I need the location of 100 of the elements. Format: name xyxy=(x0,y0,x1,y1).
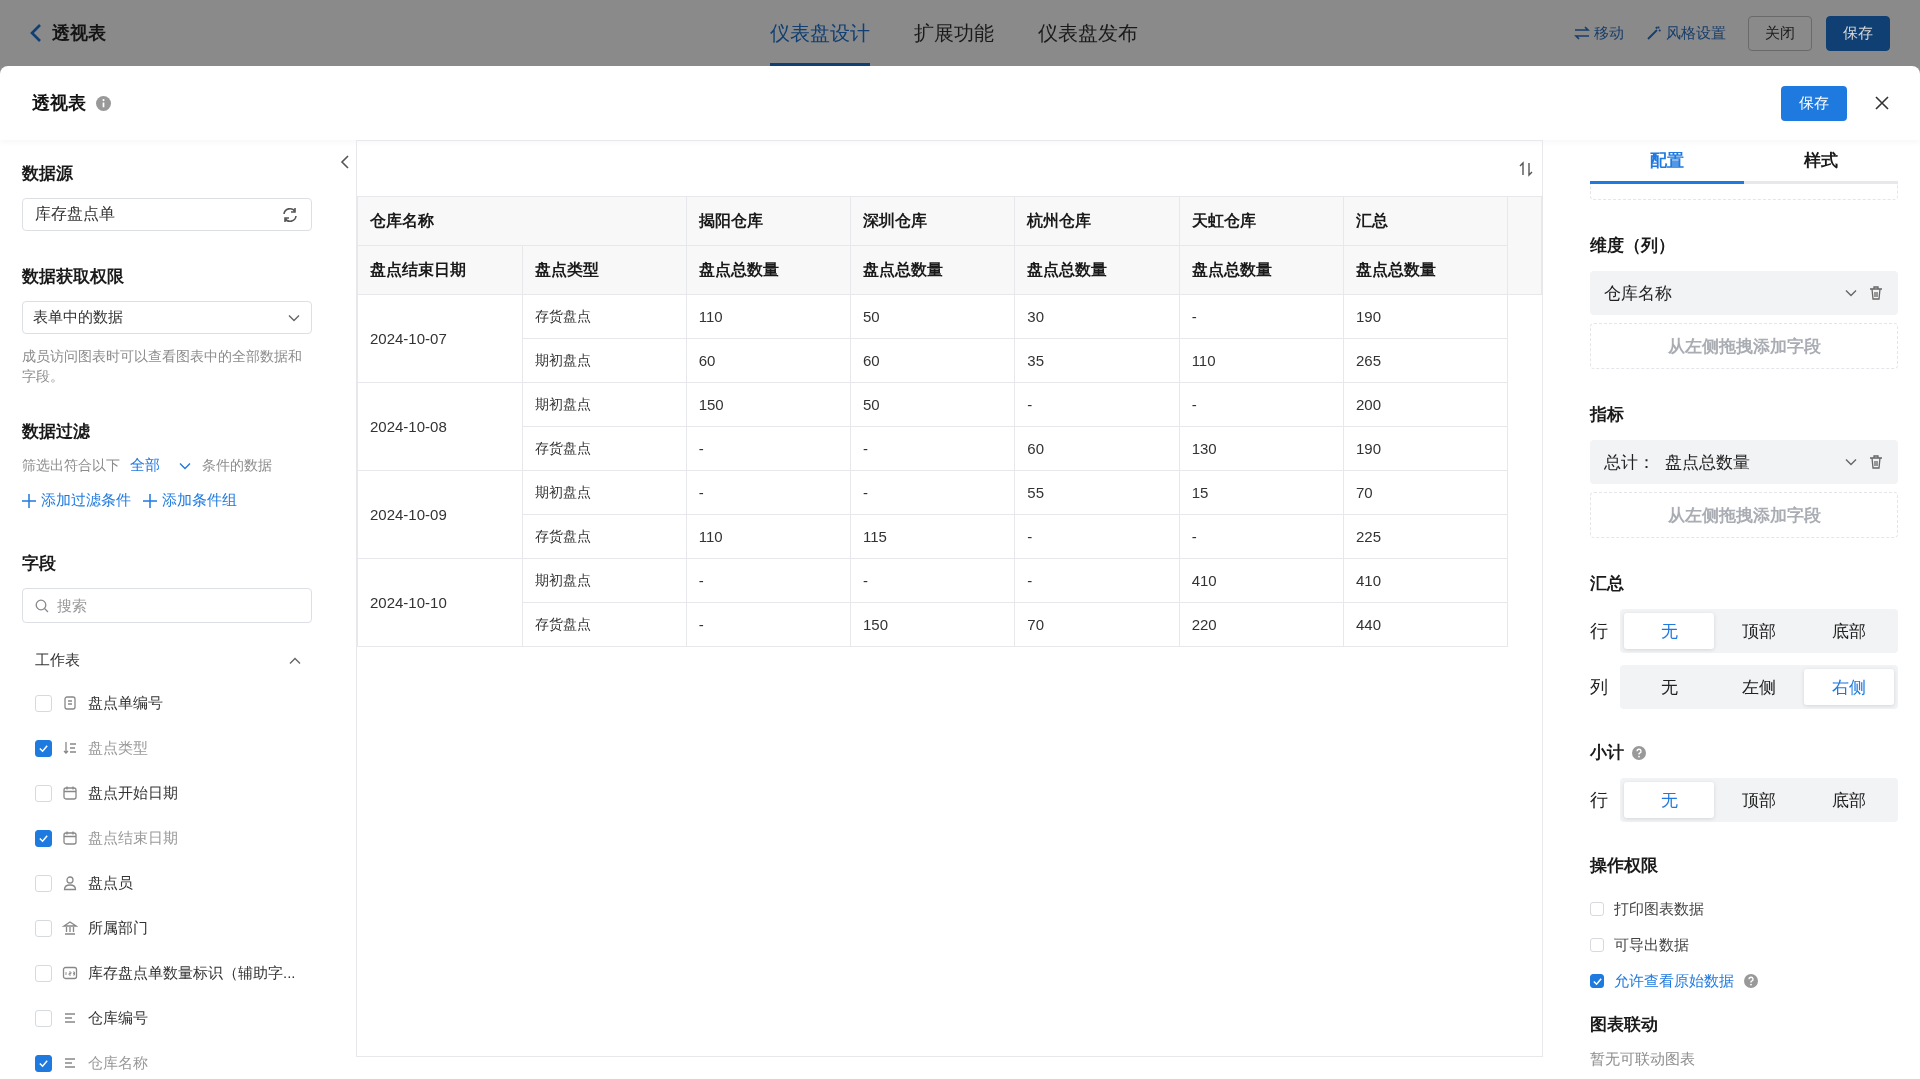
table-cell: - xyxy=(850,426,1015,471)
column-header: 盘点总数量 xyxy=(1343,245,1508,295)
metric-select[interactable]: 总计： 盘点总数量 xyxy=(1590,440,1898,484)
table-cell: - xyxy=(850,558,1015,603)
column-header: 仓库名称 xyxy=(357,196,687,246)
section-title: 操作权限 xyxy=(1590,855,1659,877)
building-icon xyxy=(62,920,78,936)
column-header: 盘点结束日期 xyxy=(357,245,522,295)
check-icon xyxy=(38,832,49,844)
table-cell: 60 xyxy=(1014,426,1180,471)
collapse-icon[interactable] xyxy=(340,154,350,170)
segment-option[interactable]: 无 xyxy=(1624,669,1714,705)
top-tab[interactable]: 仪表盘发布 xyxy=(1038,0,1138,66)
field-item[interactable]: 盘点开始日期 xyxy=(88,783,178,803)
config-tab[interactable]: 配置 xyxy=(1590,140,1744,184)
table-cell: 410 xyxy=(1343,558,1508,603)
table-cell: 410 xyxy=(1179,558,1344,603)
permission-option[interactable]: 可导出数据 xyxy=(1614,935,1689,955)
table-cell: 440 xyxy=(1343,602,1508,647)
plus-icon xyxy=(22,493,36,508)
check-icon xyxy=(38,1057,49,1069)
calendar-icon xyxy=(62,830,78,846)
search-icon xyxy=(35,598,49,613)
info-icon xyxy=(96,95,111,111)
swap-vertical-icon[interactable] xyxy=(1518,161,1534,177)
calendar-icon xyxy=(62,785,78,801)
filter-mode-select[interactable]: 全部 xyxy=(130,456,160,475)
save-button[interactable]: 保存 xyxy=(1826,15,1890,51)
permission-option[interactable]: 打印图表数据 xyxy=(1614,899,1704,919)
field-item[interactable]: 所属部门 xyxy=(88,918,148,938)
checkbox[interactable] xyxy=(1590,974,1604,988)
table-cell: 50 xyxy=(850,294,1015,339)
table-cell: 存货盘点 xyxy=(522,294,687,339)
table-cell: - xyxy=(1179,382,1344,427)
field-item[interactable]: 盘点员 xyxy=(88,873,133,893)
segment-option[interactable]: 无 xyxy=(1624,782,1714,818)
table-cell: 115 xyxy=(850,514,1015,559)
linkage-note: 暂无可联动图表 xyxy=(1590,1050,1696,1069)
help-icon xyxy=(1632,745,1646,760)
table-cell: 30 xyxy=(1014,294,1180,339)
table-cell: 存货盘点 xyxy=(522,514,687,559)
swap-icon[interactable] xyxy=(1574,26,1590,40)
save-button[interactable]: 保存 xyxy=(1781,85,1847,121)
table-cell: 期初盘点 xyxy=(522,338,687,383)
section-title: 数据过滤 xyxy=(22,421,91,443)
section-title: 数据获取权限 xyxy=(22,266,125,288)
add-condition-link[interactable]: 添加过滤条件 xyxy=(22,491,131,510)
add-group-link[interactable]: 添加条件组 xyxy=(143,491,237,510)
column-header: 盘点总数量 xyxy=(850,245,1015,295)
section-title: 数据源 xyxy=(22,163,74,185)
table-cell: 130 xyxy=(1179,426,1344,471)
table-cell: 存货盘点 xyxy=(522,426,687,471)
trash-icon[interactable] xyxy=(1868,454,1884,470)
close-icon[interactable] xyxy=(1874,95,1890,111)
table-cell: - xyxy=(1014,558,1180,603)
table-cell: 190 xyxy=(1343,294,1508,339)
column-header: 揭阳仓库 xyxy=(686,196,851,246)
segment-option[interactable]: 顶部 xyxy=(1714,782,1804,818)
checkbox[interactable] xyxy=(35,1054,52,1072)
permission-option[interactable]: 允许查看原始数据 xyxy=(1614,971,1734,991)
table-cell: 存货盘点 xyxy=(522,602,687,647)
table-cell: 60 xyxy=(850,338,1015,383)
section-title: 维度（列） xyxy=(1590,235,1676,257)
back-icon[interactable] xyxy=(30,23,42,43)
refresh-icon[interactable] xyxy=(281,205,299,224)
trash-icon[interactable] xyxy=(1868,285,1884,301)
table-cell: 200 xyxy=(1343,382,1508,427)
modal-title: 透视表 xyxy=(32,92,86,115)
config-tab[interactable]: 样式 xyxy=(1744,140,1898,184)
permission-hint: 成员访问图表时可以查看图表中的全部数据和字段。 xyxy=(22,347,303,386)
table-cell: 190 xyxy=(1343,426,1508,471)
search-field[interactable]: 搜索 xyxy=(22,587,312,623)
table-cell: 35 xyxy=(1014,338,1180,383)
checkbox[interactable] xyxy=(35,829,52,847)
segment-option[interactable]: 无 xyxy=(1624,613,1714,649)
table-cell: 150 xyxy=(850,602,1015,647)
field-item[interactable]: 盘点单编号 xyxy=(88,693,163,713)
data-source-field[interactable]: 库存盘点单 xyxy=(22,198,312,231)
permission-select[interactable]: 表单中的数据 xyxy=(22,301,312,334)
table-cell: 15 xyxy=(1179,470,1344,515)
segment-option[interactable]: 左侧 xyxy=(1714,669,1804,705)
dimension-select[interactable]: 仓库名称 xyxy=(1590,271,1898,315)
table-cell: - xyxy=(1014,514,1180,559)
close-button[interactable]: 关闭 xyxy=(1748,15,1812,51)
field-item[interactable]: 仓库编号 xyxy=(88,1008,148,1028)
help-icon xyxy=(1744,974,1758,988)
person-icon xyxy=(62,875,78,891)
wand-icon[interactable] xyxy=(1646,25,1662,41)
field-item[interactable]: 库存盘点单数量标识（辅助字... xyxy=(88,963,296,983)
field-group-header[interactable]: 工作表 xyxy=(22,640,312,681)
column-header: 杭州仓库 xyxy=(1014,196,1180,246)
segment-option[interactable]: 底部 xyxy=(1804,782,1894,818)
sort-icon xyxy=(62,740,78,756)
top-tab[interactable]: 扩展功能 xyxy=(914,0,994,66)
segment-option[interactable]: 底部 xyxy=(1804,613,1894,649)
segment-option[interactable]: 顶部 xyxy=(1714,613,1804,649)
segment-option[interactable]: 右侧 xyxy=(1804,669,1894,705)
checkbox[interactable] xyxy=(35,739,52,757)
table-cell: - xyxy=(686,558,851,603)
column-header: 天虹仓库 xyxy=(1179,196,1344,246)
